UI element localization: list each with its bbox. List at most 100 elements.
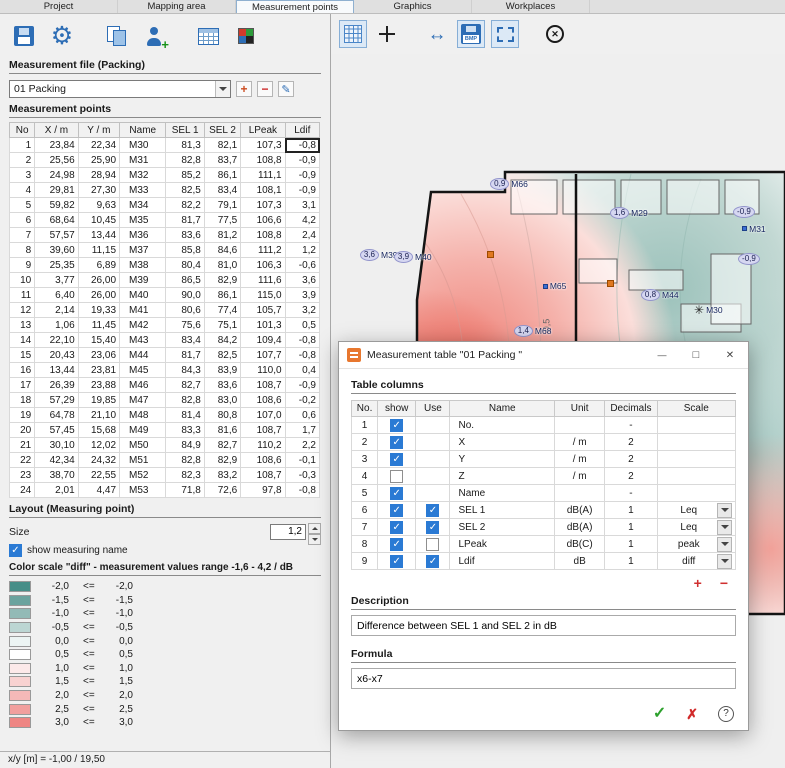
- cell-use[interactable]: [416, 536, 450, 553]
- measurement-cell[interactable]: 108,7: [241, 378, 285, 393]
- measurement-cell[interactable]: -0,8: [285, 348, 319, 363]
- cell-unit[interactable]: [555, 485, 605, 502]
- measurement-cell[interactable]: 71,8: [166, 483, 204, 498]
- measurement-cell[interactable]: 2,14: [35, 303, 78, 318]
- cell-unit[interactable]: / m: [555, 468, 605, 485]
- cell-scale[interactable]: Leq: [657, 519, 735, 536]
- cell-no[interactable]: 2: [352, 434, 378, 451]
- measurement-cell[interactable]: 26,39: [35, 378, 78, 393]
- measurement-cell[interactable]: 2,01: [35, 483, 78, 498]
- measurement-cell[interactable]: 82,2: [166, 198, 204, 213]
- measurement-cell[interactable]: 1,2: [285, 243, 319, 258]
- measurement-cell[interactable]: 20: [10, 423, 35, 438]
- cell-show[interactable]: [378, 502, 416, 519]
- measurement-cell[interactable]: 107,3: [241, 198, 285, 213]
- measurement-cell[interactable]: 82,9: [204, 453, 240, 468]
- color-scale-row[interactable]: 1,0<=1,0: [9, 662, 321, 676]
- measurement-cell[interactable]: 1,7: [285, 423, 319, 438]
- cell-use[interactable]: [416, 502, 450, 519]
- checkbox[interactable]: [426, 521, 439, 534]
- measurement-cell[interactable]: 83,3: [166, 423, 204, 438]
- measurement-cell[interactable]: 83,4: [204, 183, 240, 198]
- measurement-cell[interactable]: 17: [10, 378, 35, 393]
- measurement-cell[interactable]: 77,5: [204, 213, 240, 228]
- measurement-cell[interactable]: 1: [10, 138, 35, 153]
- cell-unit[interactable]: dB: [555, 553, 605, 570]
- measurement-cell[interactable]: 110,0: [241, 363, 285, 378]
- measurement-cell[interactable]: 82,3: [166, 468, 204, 483]
- measurement-cell[interactable]: 18: [10, 393, 35, 408]
- scale-select[interactable]: diff: [661, 554, 732, 569]
- measurement-row[interactable]: 324,9828,94M3285,286,1111,1-0,9: [10, 168, 320, 183]
- measurement-row[interactable]: 757,5713,44M3683,681,2108,82,4: [10, 228, 320, 243]
- measurement-cell[interactable]: 26,00: [78, 273, 119, 288]
- close-button[interactable]: [716, 343, 744, 367]
- measurement-cell[interactable]: 7: [10, 228, 35, 243]
- color-scale-row[interactable]: 0,5<=0,5: [9, 648, 321, 662]
- measurement-cell[interactable]: -0,8: [285, 483, 319, 498]
- measurement-cell[interactable]: 82,8: [166, 393, 204, 408]
- measurement-row[interactable]: 2338,7022,55M5282,383,2108,7-0,3: [10, 468, 320, 483]
- cell-decimals[interactable]: 1: [605, 536, 657, 553]
- measurement-cell[interactable]: 39,60: [35, 243, 78, 258]
- measurement-cell[interactable]: M31: [120, 153, 166, 168]
- cancel-dialog-button[interactable]: ✗: [686, 707, 698, 721]
- measurement-cell[interactable]: 24,32: [78, 453, 119, 468]
- measurement-cell[interactable]: M51: [120, 453, 166, 468]
- cell-scale[interactable]: [657, 451, 735, 468]
- checkbox[interactable]: [390, 436, 403, 449]
- measurement-cell[interactable]: 3,1: [285, 198, 319, 213]
- measurement-cell[interactable]: -0,9: [285, 183, 319, 198]
- cell-name[interactable]: SEL 2: [450, 519, 555, 536]
- measurement-cell[interactable]: 2,2: [285, 438, 319, 453]
- color-scale-button[interactable]: [231, 21, 261, 51]
- cell-unit[interactable]: dB(A): [555, 519, 605, 536]
- cell-no[interactable]: 1: [352, 417, 378, 434]
- checkbox[interactable]: [390, 487, 403, 500]
- measurement-cell[interactable]: M35: [120, 213, 166, 228]
- measurement-cell[interactable]: 15,40: [78, 333, 119, 348]
- size-input[interactable]: [270, 524, 306, 540]
- cell-use[interactable]: [416, 519, 450, 536]
- add-file-button[interactable]: [236, 81, 252, 97]
- measurement-cell[interactable]: M49: [120, 423, 166, 438]
- measurement-cell[interactable]: 110,2: [241, 438, 285, 453]
- checkbox[interactable]: [426, 504, 439, 517]
- measurement-cell[interactable]: 85,8: [166, 243, 204, 258]
- column-row[interactable]: 3Y/ m2: [352, 451, 736, 468]
- cell-scale[interactable]: diff: [657, 553, 735, 570]
- color-scale-row[interactable]: -0,5<=-0,5: [9, 621, 321, 635]
- measurement-cell[interactable]: -0,6: [285, 258, 319, 273]
- measurement-row[interactable]: 925,356,89M3880,481,0106,3-0,6: [10, 258, 320, 273]
- measurement-cell[interactable]: M39: [120, 273, 166, 288]
- col-header[interactable]: SEL 2: [204, 123, 240, 138]
- measurement-cell[interactable]: 84,9: [166, 438, 204, 453]
- measurement-row[interactable]: 668,6410,45M3581,777,5106,64,2: [10, 213, 320, 228]
- measurement-row[interactable]: 123,8422,34M3081,382,1107,3-0,8: [10, 138, 320, 153]
- cell-unit[interactable]: / m: [555, 451, 605, 468]
- measurement-cell[interactable]: 14: [10, 333, 35, 348]
- measurement-cell[interactable]: -0,9: [285, 378, 319, 393]
- col-header[interactable]: LPeak: [241, 123, 285, 138]
- measurement-cell[interactable]: 12: [10, 303, 35, 318]
- measurement-cell[interactable]: 20,43: [35, 348, 78, 363]
- measurement-cell[interactable]: 72,6: [204, 483, 240, 498]
- measurement-cell[interactable]: 83,6: [166, 228, 204, 243]
- cell-show[interactable]: [378, 451, 416, 468]
- checkbox[interactable]: [390, 538, 403, 551]
- tab-workplaces[interactable]: Workplaces: [472, 0, 590, 13]
- measurement-cell[interactable]: M40: [120, 288, 166, 303]
- color-scale-row[interactable]: 2,0<=2,0: [9, 689, 321, 703]
- measurement-cell[interactable]: -0,9: [285, 168, 319, 183]
- measurement-cell[interactable]: 84,3: [166, 363, 204, 378]
- cell-scale[interactable]: [657, 468, 735, 485]
- measurement-cell[interactable]: 105,7: [241, 303, 285, 318]
- measurement-cell[interactable]: 59,82: [35, 198, 78, 213]
- measurement-cell[interactable]: M34: [120, 198, 166, 213]
- color-scale-row[interactable]: -2,0<=-2,0: [9, 580, 321, 594]
- cell-decimals[interactable]: 2: [605, 434, 657, 451]
- col-header[interactable]: SEL 1: [166, 123, 204, 138]
- cell-show[interactable]: [378, 553, 416, 570]
- measurement-cell[interactable]: 68,64: [35, 213, 78, 228]
- cell-no[interactable]: 3: [352, 451, 378, 468]
